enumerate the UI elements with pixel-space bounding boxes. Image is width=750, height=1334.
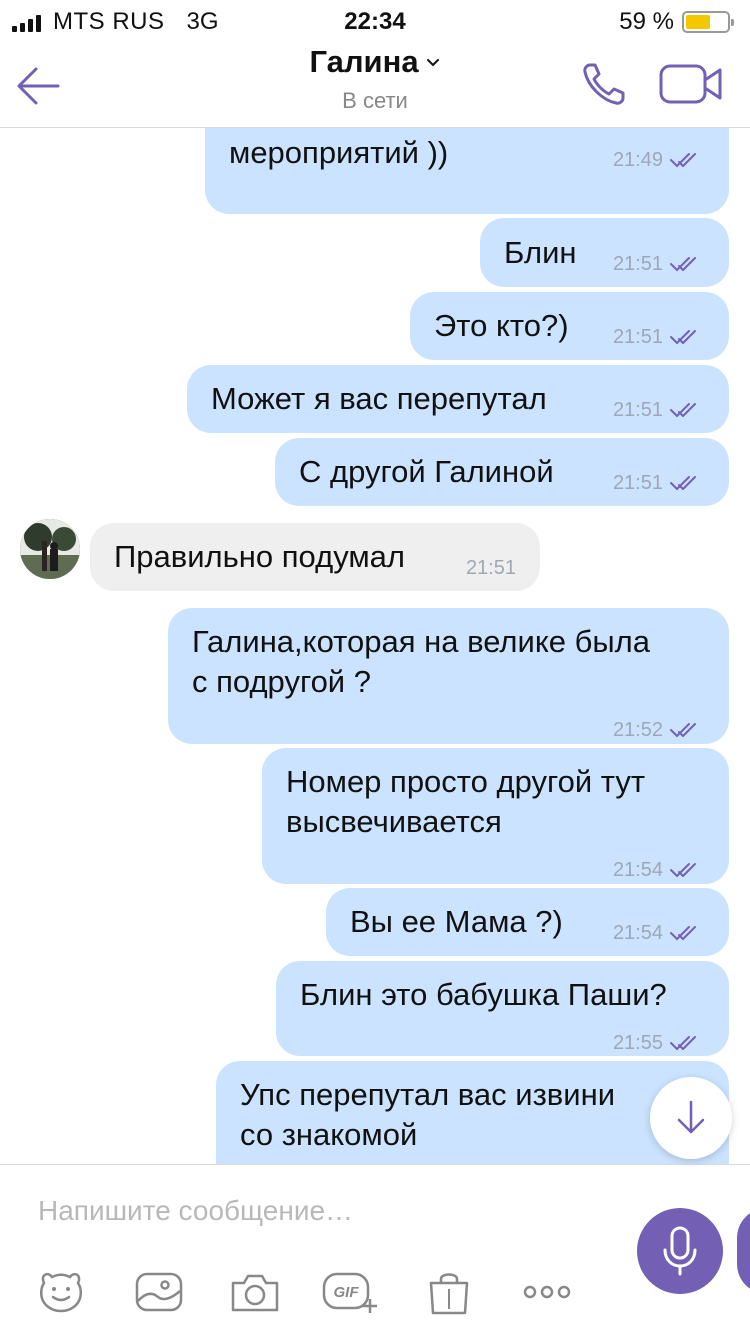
battery-fill (686, 15, 710, 29)
video-camera-icon (659, 64, 722, 104)
message-time: 21:51 (465, 557, 516, 579)
read-receipt-icon (670, 153, 696, 168)
message-bubble[interactable]: С другой Галиной 21:51 (275, 438, 729, 506)
gallery-icon (135, 1272, 183, 1312)
message-bubble[interactable]: Это кто?) 21:51 (410, 292, 729, 360)
message-time: 21:54 (612, 922, 663, 944)
message-meta: 21:52 (613, 710, 703, 750)
secondary-action-button[interactable] (737, 1208, 750, 1294)
message-time: 21:51 (612, 253, 663, 275)
status-right: 59 % (619, 8, 734, 36)
battery-percent: 59 % (619, 8, 674, 35)
message-text-line: с подругой ? (192, 664, 371, 699)
message-meta: 21:51 (613, 317, 703, 357)
message-text: Блин (504, 235, 577, 270)
camera-button[interactable] (230, 1269, 280, 1315)
message-time: 21:51 (612, 399, 663, 421)
video-call-button[interactable] (658, 62, 724, 106)
message-text: Может я вас перепутал (211, 381, 547, 416)
message-text-line: Галина,которая на велике была (192, 624, 650, 659)
sticker-icon (40, 1272, 82, 1313)
shopping-bag-icon (429, 1273, 469, 1315)
message-time: 21:51 (612, 472, 663, 494)
contact-info[interactable]: Галина В сети (0, 44, 750, 114)
message-text: Вы ее Мама ?) (350, 904, 563, 939)
shopping-bag-button[interactable] (424, 1269, 474, 1315)
phone-icon (583, 63, 625, 105)
read-receipt-icon (670, 723, 696, 738)
microphone-icon (663, 1226, 697, 1276)
read-receipt-icon (670, 863, 696, 878)
message-bubble-incoming[interactable]: Правильно подумал 21:51 (90, 523, 540, 591)
message-meta: 21:51 (613, 463, 703, 503)
message-bubble[interactable]: мероприятий )) 21:49 (205, 128, 729, 214)
message-meta: 21:54 (613, 850, 703, 890)
message-text: Это кто?) (434, 308, 569, 343)
message-bubble[interactable]: Может я вас перепутал 21:51 (187, 365, 729, 433)
svg-text:GIF: GIF (334, 1284, 360, 1301)
read-receipt-icon (670, 926, 696, 941)
message-bubble[interactable]: Вы ее Мама ?) 21:54 (326, 888, 729, 956)
message-text-line: Номер просто другой тут (286, 764, 646, 799)
gif-button[interactable]: GIF (322, 1269, 377, 1315)
read-receipt-icon (670, 330, 696, 345)
message-bubble[interactable]: Галина,которая на велике была с подругой… (168, 608, 729, 744)
message-text: Правильно подумал (114, 539, 405, 574)
battery-icon (682, 11, 734, 33)
message-meta: 21:49 (613, 140, 703, 180)
message-bubble[interactable]: Блин это бабушка Паши? 21:55 (276, 961, 729, 1056)
message-meta: 21:54 (613, 913, 703, 953)
message-bubble[interactable]: Блин 21:51 (480, 218, 729, 287)
message-text: Блин это бабушка Паши? (300, 977, 667, 1012)
more-button[interactable] (522, 1269, 572, 1315)
message-bubble[interactable]: Номер просто другой тут высвечивается 21… (262, 748, 729, 884)
message-time: 21:55 (612, 1032, 663, 1054)
message-text-line: высвечивается (286, 804, 502, 839)
scroll-to-bottom-button[interactable] (650, 1077, 732, 1159)
chat-header: Галина В сети (0, 40, 750, 128)
chevron-down-icon (426, 59, 439, 67)
message-text: мероприятий )) (229, 135, 449, 170)
message-input[interactable]: Напишите сообщение… (38, 1195, 353, 1227)
call-button[interactable] (580, 60, 628, 108)
arrow-down-icon (677, 1100, 705, 1134)
message-meta: 21:51 (613, 244, 703, 284)
contact-status: В сети (342, 88, 408, 113)
camera-icon (231, 1274, 279, 1312)
sticker-button[interactable] (36, 1269, 86, 1315)
gif-icon: GIF (322, 1272, 377, 1313)
read-receipt-icon (670, 1036, 696, 1051)
read-receipt-icon (670, 476, 696, 491)
message-time: 21:54 (612, 859, 663, 881)
message-text-line: со знакомой (240, 1117, 418, 1152)
message-meta: 21:51 (613, 390, 703, 430)
voice-message-button[interactable] (637, 1208, 723, 1294)
contact-avatar[interactable] (20, 519, 80, 579)
message-text-line: Упс перепутал вас извини (240, 1077, 616, 1112)
composer: Напишите сообщение… GIF (0, 1164, 750, 1334)
read-receipt-icon (670, 403, 696, 418)
message-time: 21:52 (612, 719, 663, 741)
status-bar: MTS RUS 3G 22:34 59 % (0, 0, 750, 40)
message-list[interactable]: мероприятий )) 21:49 Блин 21:51 Это кто?… (0, 128, 750, 1164)
gallery-button[interactable] (134, 1269, 184, 1315)
message-time: 21:49 (612, 149, 663, 171)
message-text: С другой Галиной (299, 454, 554, 489)
message-meta: 21:51 (466, 548, 516, 588)
contact-name: Галина (309, 44, 419, 79)
contact-title[interactable]: Галина (309, 44, 440, 80)
avatar-image (20, 519, 80, 579)
message-time: 21:51 (612, 326, 663, 348)
message-meta: 21:55 (613, 1023, 703, 1063)
more-icon (523, 1285, 571, 1299)
read-receipt-icon (670, 257, 696, 272)
